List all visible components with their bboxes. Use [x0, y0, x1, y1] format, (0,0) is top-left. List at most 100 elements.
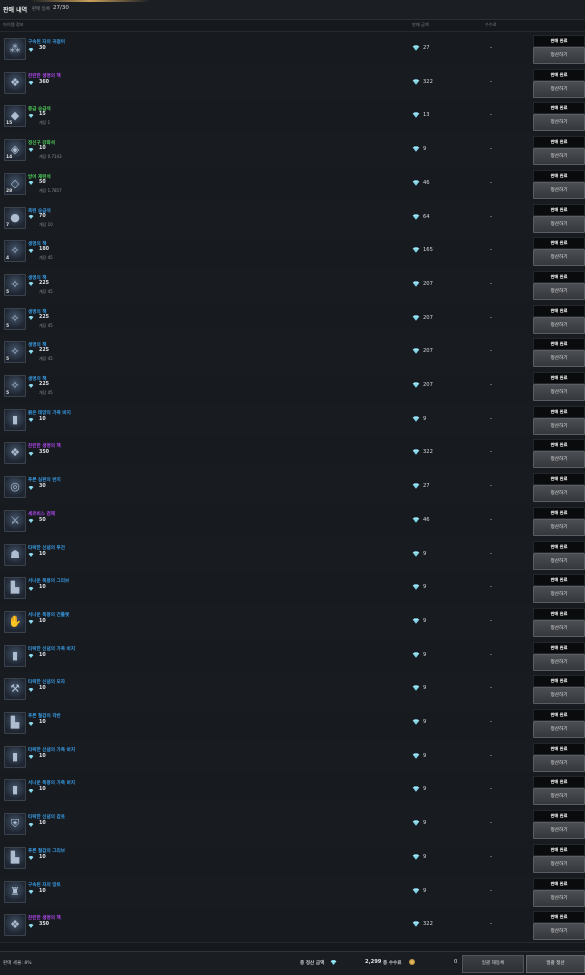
cloak-icon: ♜ [4, 880, 26, 903]
settle-button[interactable]: 정산하기 [533, 350, 585, 368]
item-glyph: ▙ [10, 850, 20, 864]
item-name[interactable]: 찬란한 생명의 책 [28, 73, 61, 79]
bulk-reregister-button[interactable]: 일괄 재등록 [462, 955, 524, 973]
settle-button[interactable]: 정산하기 [533, 417, 585, 435]
status-badge: 판매 완료 [533, 607, 585, 620]
sale-price: 64 [423, 213, 430, 220]
item-listing-price: 10 [39, 686, 46, 692]
item-unit-price: 개당 1 [39, 120, 51, 126]
fee-value: - [490, 650, 493, 658]
gem-icon [412, 786, 420, 793]
sale-price: 207 [423, 382, 433, 388]
table-row: ✧ 5 생명의 책 225 개당 45 207- 판매 완료 정산하기 [0, 267, 585, 303]
item-name[interactable]: 타락한 신념의 갑옷 [28, 814, 65, 820]
sale-price: 207 [423, 314, 433, 321]
settle-button[interactable]: 정산하기 [533, 889, 585, 907]
item-name[interactable]: 타락한 신념의 가죽 바지 [28, 646, 75, 652]
item-glyph: ▮ [11, 783, 19, 797]
gem-icon [28, 586, 34, 591]
item-name[interactable]: 찬란한 생명의 책 [28, 915, 61, 921]
settle-button[interactable]: 정산하기 [533, 215, 585, 233]
settle-button[interactable]: 정산하기 [533, 552, 585, 570]
settle-button[interactable]: 정산하기 [533, 47, 585, 64]
status-badge: 판매 완료 [533, 540, 585, 553]
item-listing-price: 10 [39, 720, 46, 725]
sale-price: 46 [423, 179, 430, 186]
fee-value: - [490, 751, 493, 759]
gem-icon [28, 282, 34, 287]
settle-button[interactable]: 정산하기 [533, 619, 585, 637]
item-name[interactable]: 푸른 철갑의 각반 [28, 713, 61, 719]
item-listing-price: 10 [39, 854, 46, 860]
status-badge: 판매 완료 [533, 304, 585, 317]
status-badge: 판매 완료 [533, 506, 585, 519]
bulk-settle-button[interactable]: 일괄 정산 [526, 955, 585, 973]
settle-button[interactable]: 정산하기 [533, 282, 585, 300]
status-badge: 판매 완료 [533, 810, 585, 823]
item-name[interactable]: 푸른 심판의 반지 [28, 477, 61, 483]
status-badge: 판매 완료 [533, 641, 585, 654]
fee-value: - [490, 886, 493, 894]
item-name[interactable]: 서나운 폭풍의 건틀렛 [28, 612, 69, 618]
settle-button[interactable]: 정산하기 [533, 80, 585, 98]
status-badge: 판매 완료 [533, 742, 585, 755]
fee-value: - [490, 414, 493, 422]
gem-icon [412, 685, 420, 692]
status-badge: 판매 완료 [533, 338, 585, 351]
settle-button[interactable]: 정산하기 [533, 721, 585, 738]
settle-button[interactable]: 정산하기 [533, 788, 585, 806]
settle-button[interactable]: 정산하기 [533, 485, 585, 503]
item-quantity: 5 [6, 323, 10, 329]
earring-icon: ⁂ [4, 38, 26, 60]
settle-button[interactable]: 정산하기 [533, 923, 585, 941]
settle-button[interactable]: 정산하기 [533, 822, 585, 840]
item-name[interactable]: 구속된 자의 귀걸이 [28, 39, 65, 45]
settle-button[interactable]: 정산하기 [533, 687, 585, 705]
gem-icon [412, 651, 420, 658]
settle-button[interactable]: 정산하기 [533, 384, 585, 401]
item-glyph: ☗ [10, 547, 20, 561]
gem-icon [28, 654, 34, 659]
book-icon: ❖ [4, 71, 26, 94]
item-name[interactable]: 붉은 태양의 가죽 바지 [28, 410, 71, 416]
fee-value: - [490, 718, 493, 725]
greaves-icon: ▙ [4, 712, 26, 734]
item-name[interactable]: 세르비스 검해 [28, 511, 55, 517]
settle-button[interactable]: 정산하기 [533, 114, 585, 132]
status-badge: 판매 완료 [533, 68, 585, 81]
item-name[interactable]: 찬란한 생명의 책 [28, 443, 61, 449]
item-name[interactable]: 타락한 신념의 투건 [28, 545, 65, 551]
item-glyph: ⛨ [10, 817, 20, 831]
settle-button[interactable]: 정산하기 [533, 754, 585, 772]
sale-price: 207 [423, 280, 433, 287]
status-badge: 판매 완료 [533, 136, 585, 149]
item-name[interactable]: 구속된 자의 망토 [28, 882, 61, 888]
table-row: ♜ 구속된 자의 망토 10 9 - 판매 완료 정산하기 [0, 874, 585, 910]
sale-price: 9 [423, 617, 427, 624]
item-glyph: ◎ [10, 480, 20, 494]
settle-button[interactable]: 정산하기 [533, 518, 585, 536]
settle-button[interactable]: 정산하기 [533, 148, 585, 166]
settle-button[interactable]: 정산하기 [533, 249, 585, 267]
settle-button[interactable]: 정산하기 [533, 653, 585, 671]
total-fee-label: 총 수수료 [383, 961, 402, 966]
gem-icon [412, 45, 420, 51]
sale-price: 207 [423, 348, 433, 355]
gem-icon [28, 248, 34, 253]
item-name[interactable]: 서나운 폭풍의 가죽 바지 [28, 780, 75, 786]
item-name[interactable]: 타락한 신념의 가죽 바지 [28, 747, 75, 753]
table-row: ⚒ 타락한 신념의 모자 10 9 - 판매 완료 정산하기 [0, 672, 585, 708]
settle-button[interactable]: 정산하기 [533, 586, 585, 604]
settle-button[interactable]: 정산하기 [533, 451, 585, 469]
total-settlement-label: 총 정산 금액 [300, 961, 325, 966]
item-unit-price: 개당 45 [39, 255, 53, 261]
settle-button[interactable]: 정산하기 [533, 855, 585, 873]
item-glyph: ⚒ [10, 682, 20, 696]
item-quantity: 14 [6, 155, 13, 161]
item-name[interactable]: 타락한 신념의 모자 [28, 679, 65, 685]
settle-button[interactable]: 정산하기 [533, 181, 585, 199]
settle-button[interactable]: 정산하기 [533, 316, 585, 334]
item-name[interactable]: 서나운 폭풍의 그리브 [28, 578, 69, 584]
item-name[interactable]: 푸른 철갑의 그리브 [28, 848, 65, 854]
book-icon: ✧ 5 [4, 307, 26, 330]
